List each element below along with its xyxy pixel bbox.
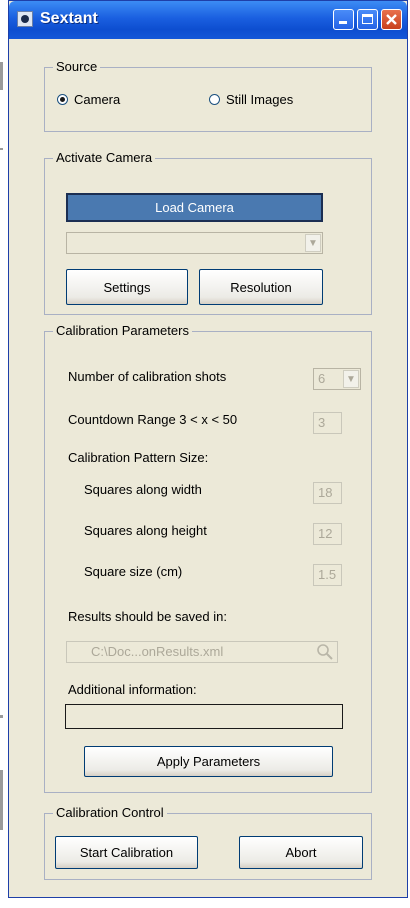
dropdown-arrow-icon[interactable]: ▼ <box>305 234 321 252</box>
countdown-field[interactable]: 3 <box>313 412 342 434</box>
start-calibration-button[interactable]: Start Calibration <box>55 836 198 869</box>
abort-button[interactable]: Abort <box>239 836 363 869</box>
squares-height-field[interactable]: 12 <box>313 523 342 545</box>
dropdown-arrow-icon[interactable]: ▼ <box>343 370 359 388</box>
camera-select[interactable]: ▼ <box>66 232 323 254</box>
calibration-parameters-group: Calibration Parameters Number of calibra… <box>44 323 372 793</box>
additional-info-field[interactable] <box>65 704 343 729</box>
squares-width-field[interactable]: 18 <box>313 482 342 504</box>
still-images-radio-button[interactable] <box>209 94 220 105</box>
calibration-parameters-group-label: Calibration Parameters <box>53 323 192 338</box>
sextant-window: Sextant Source Camera Still Images Activ… <box>8 0 408 898</box>
settings-button[interactable]: Settings <box>66 269 188 305</box>
results-path-label: Results should be saved in: <box>68 609 227 624</box>
search-icon[interactable] <box>316 643 334 661</box>
square-size-label: Square size (cm) <box>84 564 183 579</box>
close-button[interactable] <box>381 9 402 30</box>
title-bar[interactable]: Sextant <box>9 1 407 39</box>
squares-height-label: Squares along height <box>84 523 207 538</box>
square-size-field[interactable]: 1.5 <box>313 564 342 586</box>
results-path-field[interactable]: C:\Doc...onResults.xml <box>66 641 338 663</box>
minimize-icon <box>339 21 347 24</box>
squares-width-label: Squares along width <box>84 482 202 497</box>
edge-mark <box>0 770 3 830</box>
calibration-control-group: Calibration Control Start Calibration Ab… <box>44 805 372 880</box>
edge-mark <box>0 62 3 90</box>
load-camera-button[interactable]: Load Camera <box>66 193 323 222</box>
app-icon <box>17 11 33 27</box>
edge-mark <box>0 715 3 718</box>
window-title: Sextant <box>40 10 98 27</box>
activate-camera-group: Activate Camera Load Camera ▼ Settings R… <box>44 150 372 315</box>
additional-info-label: Additional information: <box>68 682 197 697</box>
still-images-radio[interactable]: Still Images <box>209 92 339 108</box>
apply-parameters-button[interactable]: Apply Parameters <box>84 746 333 777</box>
countdown-label: Countdown Range 3 < x < 50 <box>68 412 238 427</box>
pattern-size-heading: Calibration Pattern Size: <box>68 450 209 465</box>
resolution-button[interactable]: Resolution <box>199 269 323 305</box>
source-group: Source Camera Still Images <box>44 59 372 132</box>
camera-radio-button[interactable] <box>57 94 68 105</box>
shots-select-value: 6 <box>318 371 326 386</box>
activate-camera-group-label: Activate Camera <box>53 150 156 165</box>
maximize-button[interactable] <box>357 9 378 30</box>
shots-select[interactable]: 6 ▼ <box>313 368 361 390</box>
source-group-label: Source <box>53 59 101 74</box>
shots-label: Number of calibration shots <box>68 369 227 384</box>
camera-radio[interactable]: Camera <box>57 92 157 108</box>
results-path-value: C:\Doc...onResults.xml <box>91 644 224 659</box>
minimize-button[interactable] <box>333 9 354 30</box>
camera-radio-label: Camera <box>74 92 121 107</box>
edge-mark <box>0 148 3 150</box>
close-icon <box>386 14 397 25</box>
desktop-edge <box>0 0 8 908</box>
calibration-control-group-label: Calibration Control <box>53 805 167 820</box>
still-images-radio-label: Still Images <box>226 92 294 107</box>
maximize-icon <box>362 14 373 24</box>
